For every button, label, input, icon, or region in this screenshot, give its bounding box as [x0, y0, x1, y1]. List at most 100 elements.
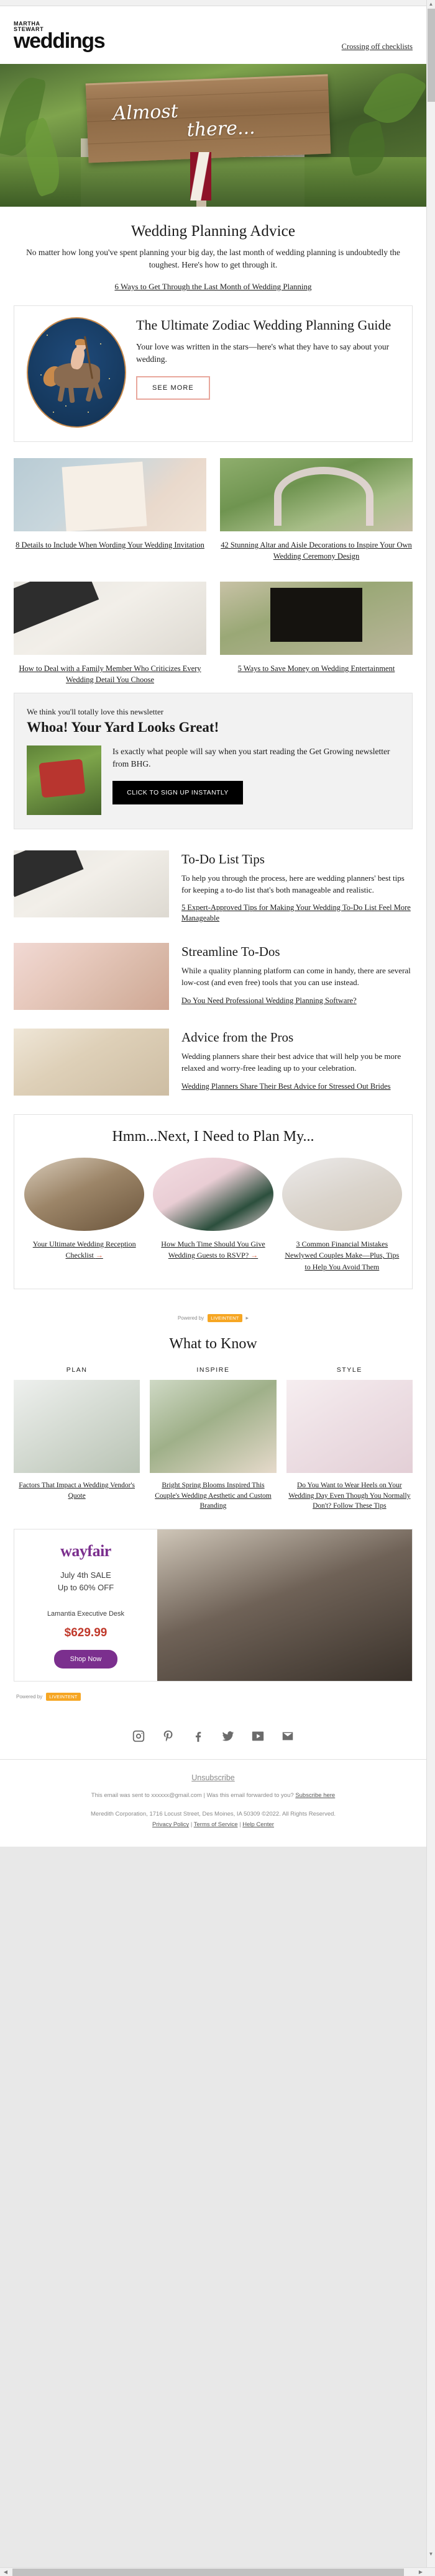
- see-more-button[interactable]: SEE MORE: [136, 376, 210, 400]
- plan-card[interactable]: How Much Time Should You Give Wedding Gu…: [153, 1157, 273, 1272]
- zodiac-card-body: The Ultimate Zodiac Wedding Planning Gui…: [136, 317, 400, 400]
- feature-link[interactable]: 5 Expert-Approved Tips for Making Your W…: [181, 903, 413, 924]
- email-icon[interactable]: [280, 1728, 296, 1744]
- email-footer: Unsubscribe This email was sent to xxxxx…: [0, 1760, 426, 1846]
- plan-card[interactable]: 3 Common Financial Mistakes Newlywed Cou…: [282, 1157, 402, 1272]
- powered-by-label: Powered by: [177, 1315, 204, 1321]
- brand-logo[interactable]: MARTHA STEWART weddings: [14, 21, 106, 53]
- signup-button[interactable]: CLICK TO SIGN UP INSTANTLY: [112, 781, 243, 805]
- article-caption[interactable]: 8 Details to Include When Wording Your W…: [14, 540, 206, 551]
- ad-kicker: We think you'll totally love this newsle…: [27, 707, 164, 717]
- article-caption[interactable]: 5 Ways to Save Money on Wedding Entertai…: [220, 664, 413, 675]
- hero-sign: Almost there...: [85, 74, 331, 163]
- feature-link[interactable]: Wedding Planners Share Their Best Advice…: [181, 1081, 391, 1092]
- terms-of-service-link[interactable]: Terms of Service: [194, 1821, 238, 1828]
- feature-image: [14, 942, 169, 1010]
- intro-body: No matter how long you've spent planning…: [26, 248, 400, 269]
- wayfair-ad[interactable]: wayfair July 4th SALE Up to 60% OFF Lama…: [14, 1529, 413, 1682]
- intro-link[interactable]: 6 Ways to Get Through the Last Month of …: [14, 282, 413, 292]
- what-to-know-title: What to Know: [169, 1335, 257, 1352]
- privacy-policy-link[interactable]: Privacy Policy: [152, 1821, 189, 1828]
- page-title: Wedding Planning Advice: [130, 223, 296, 240]
- facebook-icon[interactable]: [190, 1728, 206, 1744]
- wayfair-product-name: Lamantia Executive Desk: [47, 1610, 125, 1618]
- twitter-icon[interactable]: [220, 1728, 236, 1744]
- feature-title: Streamline To-Dos: [181, 943, 280, 959]
- browser-viewport: MARTHA STEWART weddings Crossing off che…: [0, 0, 435, 2576]
- shop-now-button[interactable]: Shop Now: [53, 1650, 118, 1669]
- hero-image: Almost there...: [0, 64, 426, 207]
- article-grid-row-1: 8 Details to Include When Wording Your W…: [14, 458, 413, 562]
- plan-card-link[interactable]: Your Ultimate Wedding Reception Checklis…: [33, 1240, 136, 1259]
- wtk-label: PLAN: [66, 1366, 88, 1374]
- article-caption[interactable]: How to Deal with a Family Member Who Cri…: [14, 664, 206, 685]
- top-strip: [0, 0, 435, 6]
- feature-link[interactable]: Do You Need Professional Wedding Plannin…: [181, 996, 357, 1007]
- scroll-right-arrow[interactable]: ▶: [415, 2568, 426, 2576]
- feature-body: While a quality planning platform can co…: [181, 965, 411, 987]
- wtk-link[interactable]: Factors That Impact a Wedding Vendor's Q…: [14, 1480, 140, 1501]
- zodiac-card-body-text: Your love was written in the stars—here'…: [136, 342, 390, 364]
- powered-by-liveintent-2: Powered by LIVEINTENT: [14, 1687, 413, 1712]
- hscrollbar-thumb[interactable]: [12, 2569, 404, 2576]
- wtk-link[interactable]: Do You Want to Wear Heels on Your Weddin…: [286, 1480, 413, 1511]
- sent-to-text: This email was sent to xxxxxx@gmail.com …: [12, 1792, 414, 1799]
- article-card[interactable]: How to Deal with a Family Member Who Cri…: [14, 582, 206, 685]
- article-thumbnail: [220, 458, 413, 532]
- wtk-image: [150, 1379, 277, 1473]
- copyright-line: Meredith Corporation, 1716 Locust Street…: [90, 1811, 336, 1818]
- vertical-scrollbar[interactable]: ▲ ▼: [426, 0, 435, 2567]
- preheader-link[interactable]: Crossing off checklists: [342, 42, 413, 52]
- scroll-down-arrow[interactable]: ▼: [427, 2550, 435, 2559]
- plan-card-link[interactable]: How Much Time Should You Give Wedding Gu…: [161, 1240, 265, 1259]
- scrollbar-thumb[interactable]: [428, 9, 435, 102]
- ad-headline: Whoa! Your Yard Looks Great!: [27, 719, 219, 736]
- wayfair-sale: July 4th SALE Up to 60% OFF: [23, 1569, 149, 1593]
- plan-card-image: [24, 1157, 145, 1231]
- wayfair-sale-line1: July 4th SALE: [60, 1570, 111, 1580]
- instagram-icon[interactable]: [130, 1728, 147, 1744]
- what-to-know-section: What to Know PLAN Factors That Impact a …: [14, 1333, 413, 1511]
- sagittarius-icon: [27, 317, 126, 428]
- hero-ribbon: [190, 152, 211, 200]
- wayfair-sale-line2: Up to 60% OFF: [57, 1582, 114, 1592]
- wayfair-price: $629.99: [64, 1626, 108, 1640]
- ad-body: Is exactly what people will say when you…: [112, 747, 390, 768]
- article-thumbnail: [14, 458, 206, 532]
- sent-to-label: This email was sent to xxxxxx@gmail.com …: [91, 1792, 294, 1799]
- plan-card-link[interactable]: 3 Common Financial Mistakes Newlywed Cou…: [285, 1240, 399, 1271]
- subscribe-here-link[interactable]: Subscribe here: [295, 1792, 335, 1799]
- hero-sign-line2: there...: [186, 116, 256, 141]
- feature-image: [14, 850, 169, 918]
- pinterest-icon[interactable]: [160, 1728, 176, 1744]
- wayfair-ad-text: wayfair July 4th SALE Up to 60% OFF Lama…: [14, 1529, 157, 1681]
- zodiac-card-title: The Ultimate Zodiac Wedding Planning Gui…: [136, 317, 392, 333]
- youtube-icon[interactable]: [250, 1728, 266, 1744]
- unsubscribe-link[interactable]: Unsubscribe: [191, 1773, 234, 1782]
- article-card[interactable]: 8 Details to Include When Wording Your W…: [14, 458, 206, 562]
- plan-card[interactable]: Your Ultimate Wedding Reception Checklis…: [24, 1157, 145, 1272]
- article-caption[interactable]: 42 Stunning Altar and Aisle Decorations …: [220, 540, 413, 562]
- logo-line-weddings: weddings: [14, 29, 106, 53]
- scroll-up-arrow[interactable]: ▲: [427, 0, 435, 9]
- feature-body: To help you through the process, here ar…: [181, 873, 405, 894]
- feature-image: [14, 1028, 169, 1096]
- horizontal-scrollbar[interactable]: ◀ ▶: [0, 2567, 435, 2576]
- wayfair-product-image: [157, 1529, 412, 1682]
- adchoices-icon[interactable]: ▸: [246, 1315, 249, 1322]
- feature-title: To-Do List Tips: [181, 852, 265, 867]
- plan-next-section: Hmm...Next, I Need to Plan My... Your Ul…: [14, 1114, 413, 1289]
- legal-text: Meredith Corporation, 1716 Locust Street…: [12, 1809, 414, 1830]
- article-card[interactable]: 5 Ways to Save Money on Wedding Entertai…: [220, 582, 413, 685]
- scroll-left-arrow[interactable]: ◀: [0, 2568, 11, 2576]
- help-center-link[interactable]: Help Center: [242, 1821, 274, 1828]
- article-card[interactable]: 42 Stunning Altar and Aisle Decorations …: [220, 458, 413, 562]
- zodiac-card: The Ultimate Zodiac Wedding Planning Gui…: [14, 305, 413, 443]
- article-thumbnail: [220, 582, 413, 655]
- feature-title: Advice from the Pros: [181, 1029, 294, 1045]
- wtk-label: INSPIRE: [196, 1366, 230, 1374]
- feature-row-todo-list-tips: To-Do List Tips To help you through the …: [14, 850, 413, 924]
- intro-section: Wedding Planning Advice No matter how lo…: [0, 207, 426, 1713]
- email-body: MARTHA STEWART weddings Crossing off che…: [0, 6, 426, 1847]
- wtk-link[interactable]: Bright Spring Blooms Inspired This Coupl…: [150, 1480, 276, 1511]
